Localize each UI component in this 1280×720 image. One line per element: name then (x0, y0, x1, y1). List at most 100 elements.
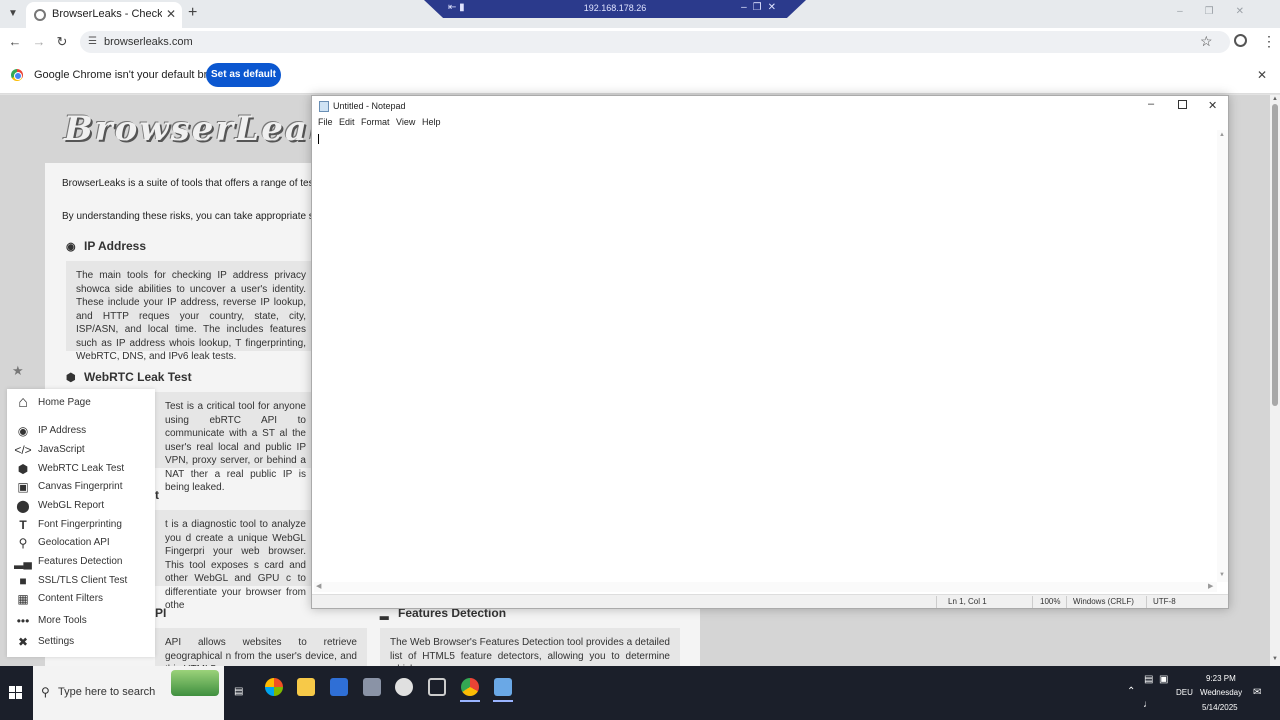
browser-toolbar: ← → ↻ ☰ browserleaks.com (0, 28, 1280, 57)
file-explorer-icon[interactable] (297, 678, 315, 696)
tab-close-icon[interactable]: ✕ (166, 7, 176, 21)
menu-item-ip-address[interactable]: ◉ IP Address (7, 423, 155, 441)
menu-item-ssl[interactable]: ■ SSL/TLS Client Test (7, 573, 155, 591)
app-icon[interactable] (363, 678, 381, 696)
notepad-taskbar-icon[interactable] (494, 678, 512, 696)
site-info-icon[interactable]: ☰ (88, 36, 97, 47)
notepad-active-indicator (493, 700, 513, 702)
side-navigation-menu: ⌂ Home Page ◉ IP Address </> JavaScript … (7, 389, 155, 657)
browser-window-controls[interactable]: –❐✕ (1177, 6, 1266, 17)
menu-item-font[interactable]: T Font Fingerprinting (7, 517, 155, 535)
network-icon[interactable]: ▤ (1144, 674, 1153, 685)
notifications-icon[interactable]: ✉ (1253, 687, 1261, 698)
rdp-window-controls[interactable]: –❐✕ (741, 2, 782, 13)
menu-item-settings[interactable]: ✖ Settings (7, 634, 155, 652)
section-webgl-text: t is a diagnostic tool to analyze you d … (155, 510, 316, 611)
reload-icon[interactable]: ↻ (54, 34, 70, 50)
status-encoding: UTF-8 (1153, 597, 1176, 606)
menu-item-content-filters[interactable]: ▦ Content Filters (7, 591, 155, 609)
forward-arrow-icon[interactable]: → (31, 34, 47, 50)
menu-item-javascript[interactable]: </> JavaScript (7, 442, 155, 460)
bookmark-star-icon[interactable]: ☆ (1200, 33, 1213, 50)
active-tab[interactable]: BrowserLeaks - Check your brow ✕ (26, 2, 182, 28)
tools-icon: ✖ (17, 635, 29, 649)
notepad-menubar: File Edit Format View Help (312, 116, 1228, 130)
section-geolocation-heading[interactable]: PI (155, 606, 166, 620)
notepad-scroll-down-icon[interactable]: ▼ (1219, 572, 1225, 578)
tray-chevron-up-icon[interactable]: ⌃ (1127, 686, 1135, 697)
intro-paragraph-2: By understanding these risks, you can ta… (62, 211, 328, 222)
home-icon: ⌂ (18, 394, 28, 411)
store-icon[interactable] (330, 678, 348, 696)
taskbar-search-box[interactable]: ⚲ Type here to search (33, 666, 224, 720)
tab-strip: ▼ BrowserLeaks - Check your brow ✕ + ⇤ ▮… (0, 0, 1280, 28)
set-as-default-button[interactable]: Set as default (206, 63, 281, 87)
tab-title: BrowserLeaks - Check your brow (52, 8, 162, 20)
section-geolocation-text: API allows websites to retrieve geograph… (155, 628, 367, 666)
menu-edit[interactable]: Edit (339, 117, 355, 127)
back-arrow-icon[interactable]: ← (7, 34, 23, 50)
new-tab-button[interactable]: + (188, 4, 197, 22)
bars-icon: ▂▄ (14, 555, 32, 569)
menu-item-webgl[interactable]: ⬤ WebGL Report (7, 498, 155, 516)
windows-start-icon[interactable] (9, 686, 23, 700)
status-cursor-position: Ln 1, Col 1 (948, 597, 987, 606)
close-icon[interactable]: ✕ (1208, 99, 1217, 112)
notepad-scroll-left-icon[interactable]: ◀ (316, 582, 321, 590)
terminal-icon[interactable] (428, 678, 446, 696)
infobar-close-icon[interactable]: ✕ (1257, 68, 1267, 82)
section-webrtc-heading[interactable]: ⬢ WebRTC Leak Test (66, 370, 192, 384)
webrtc-icon: ⬢ (66, 372, 76, 384)
menu-view[interactable]: View (396, 117, 415, 127)
notepad-vertical-scrollbar[interactable] (1217, 130, 1228, 582)
menu-format[interactable]: Format (361, 117, 390, 127)
cube-icon: ⬤ (16, 499, 30, 513)
section-ip-address-heading[interactable]: ◉ IP Address (66, 239, 146, 253)
notepad-text-area[interactable] (314, 130, 1222, 582)
profile-icon[interactable] (1234, 34, 1247, 47)
notepad-window: Untitled - Notepad – ✕ File Edit Format … (311, 95, 1229, 609)
clock-date[interactable]: 5/14/2025 (1202, 703, 1238, 712)
menu-item-geolocation[interactable]: ⚲ Geolocation API (7, 535, 155, 553)
menu-item-more-tools[interactable]: ••• More Tools (7, 613, 155, 631)
menu-file[interactable]: File (318, 117, 333, 127)
notepad-scroll-right-icon[interactable]: ▶ (1208, 582, 1213, 590)
maximize-icon[interactable] (1178, 100, 1187, 109)
clock-time[interactable]: 9:23 PM (1206, 674, 1236, 683)
notepad-titlebar[interactable]: Untitled - Notepad – ✕ (312, 96, 1228, 116)
address-bar[interactable]: ☰ browserleaks.com (80, 31, 1230, 53)
clock-day[interactable]: Wednesday (1200, 688, 1242, 697)
menu-help[interactable]: Help (422, 117, 441, 127)
notepad-horizontal-scrollbar[interactable] (314, 582, 1217, 592)
ellipsis-icon: ••• (16, 614, 30, 628)
chrome-logo-icon (11, 69, 23, 81)
menu-item-features[interactable]: ▂▄ Features Detection (7, 554, 155, 572)
page-scrollbar-thumb[interactable] (1272, 104, 1278, 406)
chrome-icon[interactable] (461, 678, 479, 696)
menu-item-webrtc[interactable]: ⬢ WebRTC Leak Test (7, 461, 155, 479)
display-icon[interactable]: ▣ (1159, 674, 1168, 685)
minimize-icon[interactable]: – (1148, 98, 1154, 110)
task-view-icon[interactable]: ▤ (234, 686, 243, 697)
image-icon: ▣ (17, 480, 29, 494)
section-ip-address-text: The main tools for checking IP address p… (66, 261, 316, 362)
text-caret (318, 134, 319, 144)
chrome-menu-icon[interactable]: ⋮ (1262, 33, 1276, 50)
language-indicator[interactable]: DEU (1176, 688, 1193, 697)
volume-icon[interactable]: ♩ (1143, 699, 1153, 710)
scroll-up-arrow-icon[interactable]: ▲ (1272, 96, 1278, 102)
remote-desktop-bar: ⇤ ▮ 192.168.178.26 –❐✕ (424, 0, 806, 18)
menu-item-home[interactable]: ⌂ Home Page (7, 394, 155, 413)
windows-taskbar: ⚲ Type here to search ▤ ⌃ ▤ ▣ ♩ DEU 9:23… (0, 666, 1280, 720)
section-webgl-heading[interactable]: t (155, 488, 159, 502)
search-placeholder: Type here to search (58, 686, 156, 698)
menu-item-canvas[interactable]: ▣ Canvas Fingerprint (7, 479, 155, 497)
notepad-scroll-up-icon[interactable]: ▲ (1219, 132, 1225, 138)
status-zoom: 100% (1040, 597, 1061, 606)
copilot-icon[interactable] (265, 678, 283, 696)
tab-search-button[interactable]: ▼ (4, 5, 22, 23)
pin-icon[interactable]: ★ (12, 363, 24, 379)
scroll-down-arrow-icon[interactable]: ▼ (1272, 656, 1278, 662)
clock-app-icon[interactable] (395, 678, 413, 696)
notepad-status-bar: Ln 1, Col 1 100% Windows (CRLF) UTF-8 (312, 594, 1228, 608)
